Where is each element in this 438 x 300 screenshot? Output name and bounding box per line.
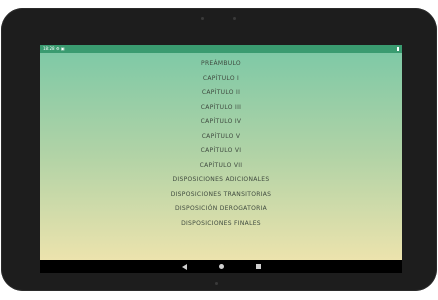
menu-item-capitulo-6[interactable]: CAPÍTULO VI xyxy=(40,144,402,159)
battery-icon xyxy=(397,47,399,51)
menu-item-capitulo-1[interactable]: CAPÍTULO I xyxy=(40,72,402,87)
navigation-bar xyxy=(40,260,402,273)
device-screen: 18:28 ⚙ ▣ PREÁMBULO CAPÍTULO I CAPÍTULO … xyxy=(40,45,402,273)
section-menu: PREÁMBULO CAPÍTULO I CAPÍTULO II CAPÍTUL… xyxy=(40,57,402,231)
menu-item-capitulo-3[interactable]: CAPÍTULO III xyxy=(40,101,402,116)
status-time: 18:28 xyxy=(43,46,55,51)
menu-item-preambulo[interactable]: PREÁMBULO xyxy=(40,57,402,72)
menu-item-capitulo-2[interactable]: CAPÍTULO II xyxy=(40,86,402,101)
menu-item-disposiciones-finales[interactable]: DISPOSICIONES FINALES xyxy=(40,217,402,232)
menu-item-capitulo-7[interactable]: CAPÍTULO VII xyxy=(40,159,402,174)
recents-icon[interactable] xyxy=(256,264,261,269)
status-bar: 18:28 ⚙ ▣ xyxy=(40,45,402,53)
menu-item-disposicion-derogatoria[interactable]: DISPOSICIÓN DEROGATORIA xyxy=(40,202,402,217)
menu-item-disposiciones-transitorias[interactable]: DISPOSICIONES TRANSITORIAS xyxy=(40,188,402,203)
hardware-home-dot xyxy=(215,282,218,285)
app-content: PREÁMBULO CAPÍTULO I CAPÍTULO II CAPÍTUL… xyxy=(40,53,402,260)
menu-item-capitulo-5[interactable]: CAPÍTULO V xyxy=(40,130,402,145)
home-icon[interactable] xyxy=(219,264,224,269)
menu-item-capitulo-4[interactable]: CAPÍTULO IV xyxy=(40,115,402,130)
notification-icons: ⚙ ▣ xyxy=(56,46,65,51)
menu-item-disposiciones-adicionales[interactable]: DISPOSICIONES ADICIONALES xyxy=(40,173,402,188)
front-camera-icon xyxy=(201,17,204,20)
back-icon[interactable] xyxy=(182,263,187,270)
tablet-frame: 18:28 ⚙ ▣ PREÁMBULO CAPÍTULO I CAPÍTULO … xyxy=(1,8,437,291)
sensor-icon xyxy=(233,17,236,20)
